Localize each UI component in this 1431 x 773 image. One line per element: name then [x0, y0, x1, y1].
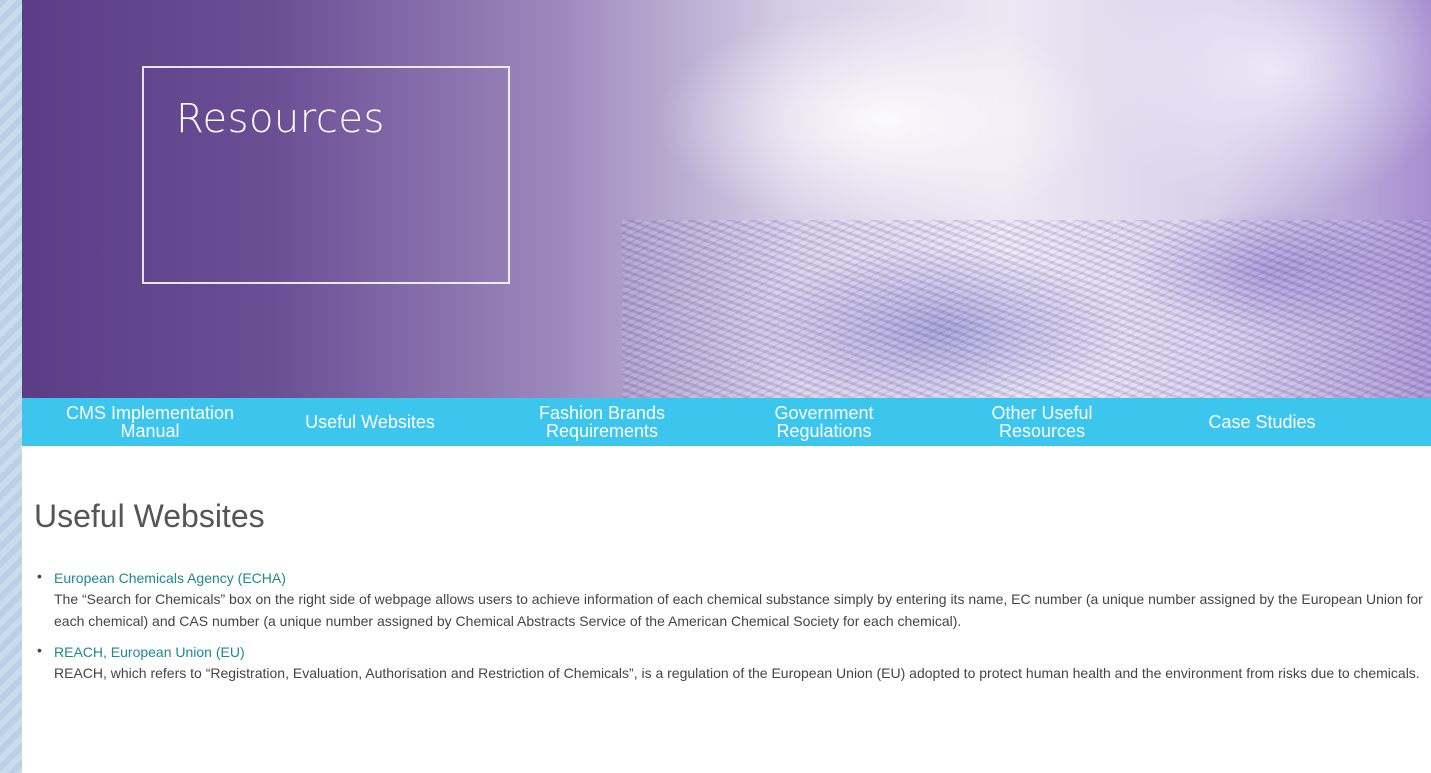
bullet-icon: • [37, 642, 42, 658]
link-echa[interactable]: European Chemicals Agency (ECHA) [54, 568, 1431, 588]
fabric-texture [622, 220, 1431, 398]
link-reach-eu[interactable]: REACH, European Union (EU) [54, 642, 1431, 662]
list-item: • European Chemicals Agency (ECHA) The “… [34, 568, 1431, 632]
nav-useful-websites[interactable]: Useful Websites [280, 404, 460, 440]
nav-case-studies[interactable]: Case Studies [1172, 404, 1352, 440]
site-description: REACH, which refers to “Registration, Ev… [54, 665, 1420, 681]
background-frame [0, 0, 22, 773]
resources-nav: CMS Implementation Manual Useful Website… [22, 398, 1431, 446]
nav-cms-implementation-manual[interactable]: CMS Implementation Manual [50, 404, 250, 440]
hero-title-frame: Resources [142, 66, 510, 284]
nav-fashion-brands-requirements[interactable]: Fashion Brands Requirements [512, 404, 692, 440]
hero-banner: Resources [22, 0, 1431, 398]
site-description: The “Search for Chemicals” box on the ri… [54, 591, 1423, 629]
page-title: Resources [176, 96, 385, 142]
section-heading: Useful Websites [34, 498, 265, 534]
website-list: • European Chemicals Agency (ECHA) The “… [34, 568, 1431, 694]
nav-government-regulations[interactable]: Government Regulations [734, 404, 914, 440]
bullet-icon: • [37, 568, 42, 584]
list-item: • REACH, European Union (EU) REACH, whic… [34, 642, 1431, 684]
page: Resources CMS Implementation Manual Usef… [22, 0, 1431, 773]
nav-other-useful-resources[interactable]: Other Useful Resources [952, 404, 1132, 440]
